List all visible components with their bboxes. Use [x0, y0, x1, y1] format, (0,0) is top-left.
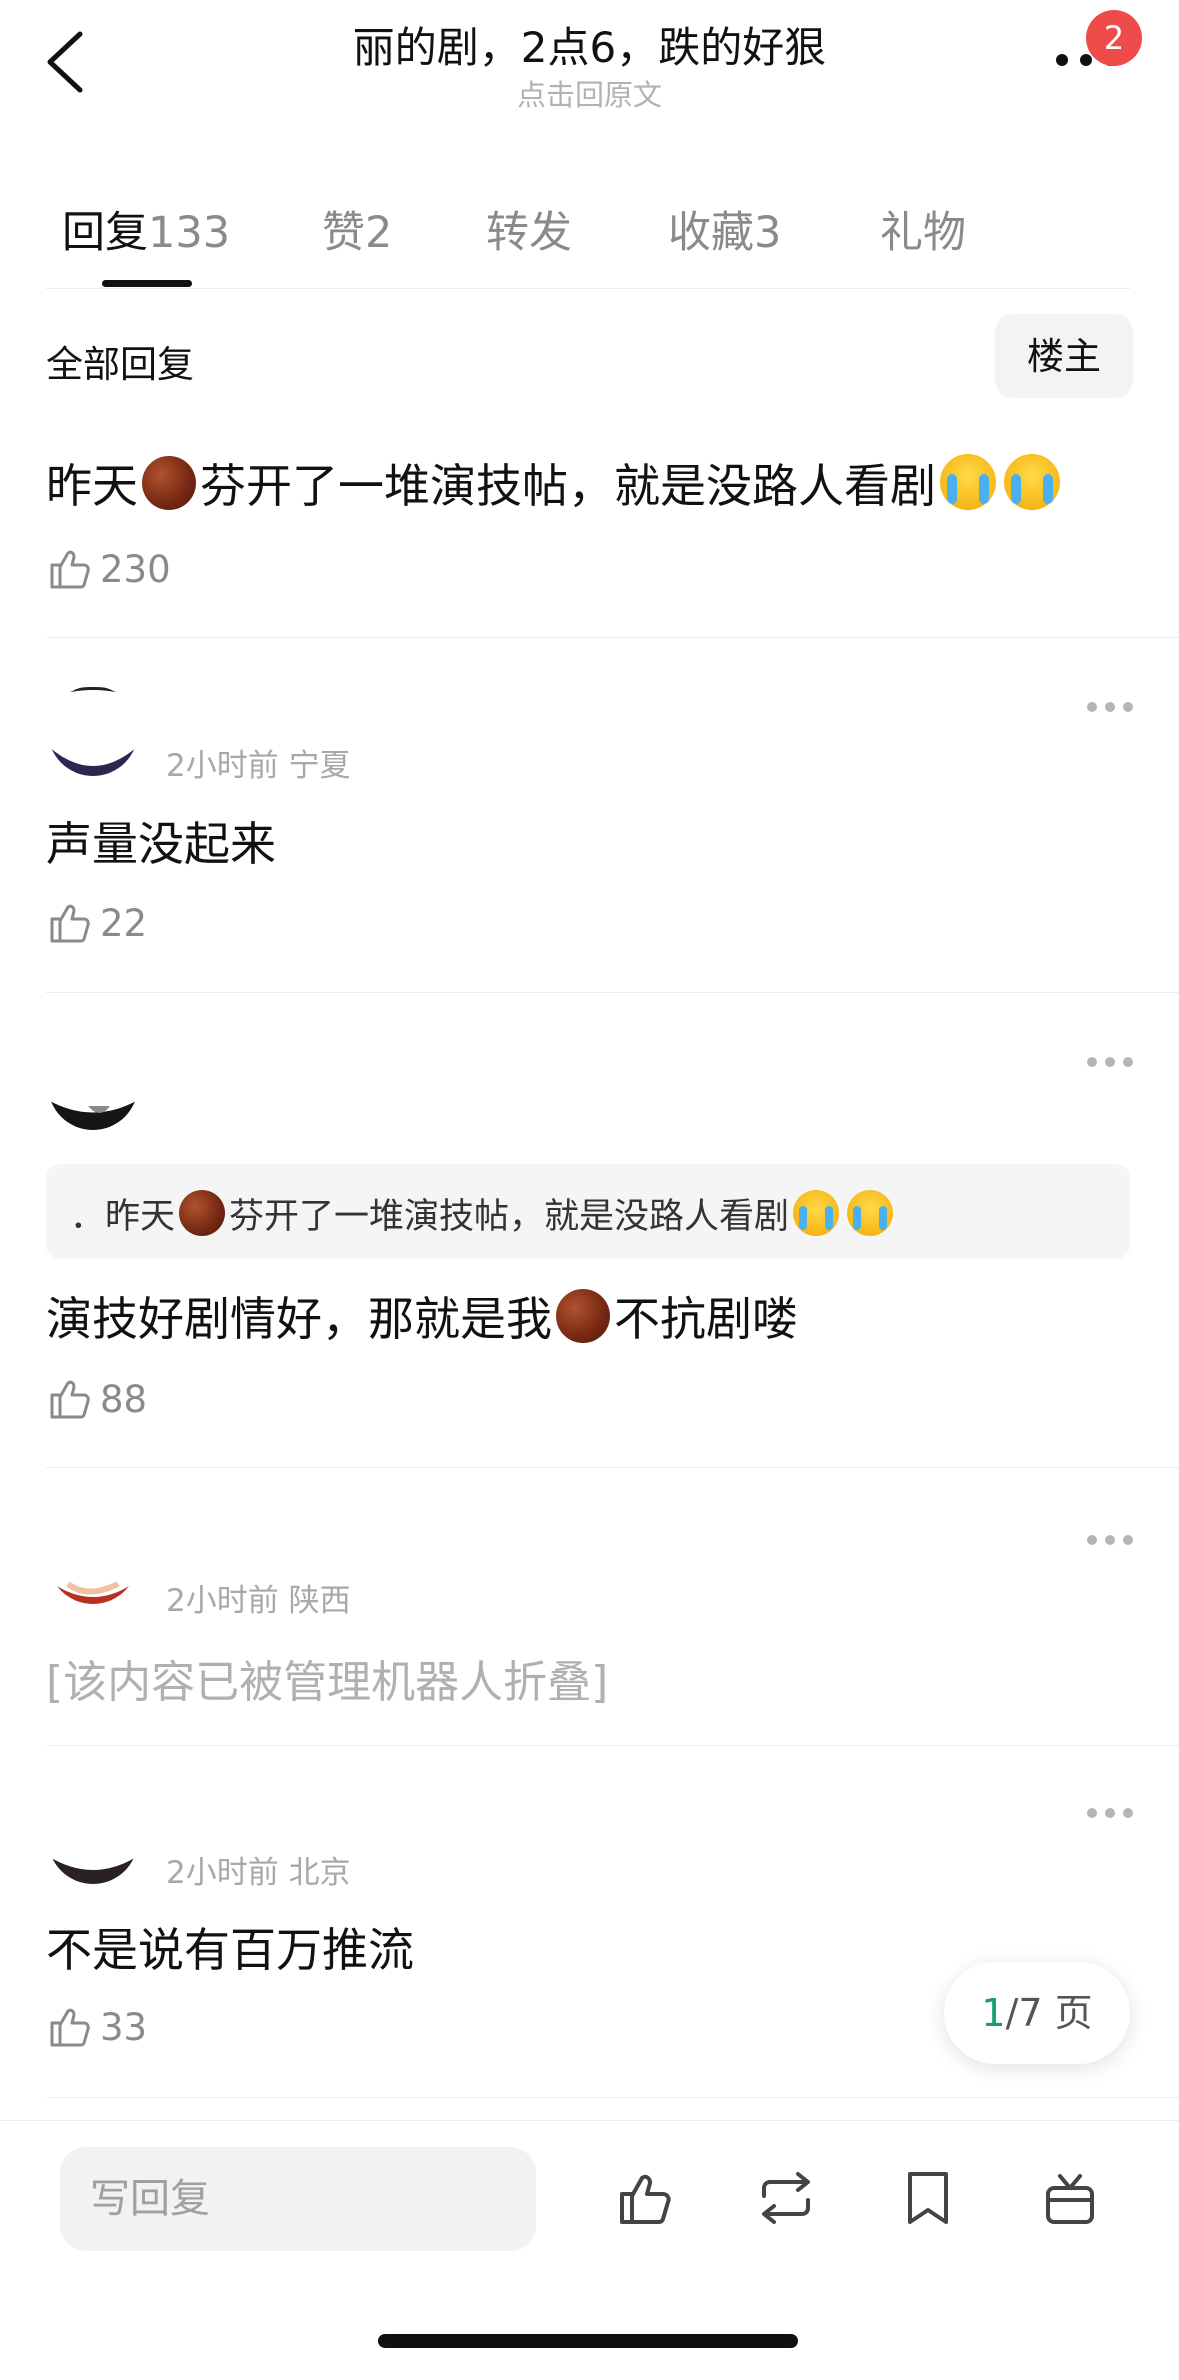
like-button[interactable]: 22: [46, 898, 147, 948]
avatar[interactable]: [48, 686, 138, 776]
like-count: 33: [100, 2005, 148, 2049]
crying-emoji-icon: [940, 454, 996, 510]
total-pages: /7 页: [1005, 1991, 1093, 2035]
chestnut-emoji-icon: [556, 1289, 610, 1343]
thumbs-up-icon: [50, 2008, 90, 2047]
all-replies-label: 全部回复: [46, 343, 194, 386]
folded-comment-text[interactable]: [该内容已被管理机器人折叠]: [46, 1646, 608, 1710]
gift-icon[interactable]: [1038, 2166, 1102, 2230]
comment-divider: [46, 1467, 1179, 1468]
reply-input[interactable]: [60, 2147, 536, 2251]
back-to-original-link[interactable]: 点击回原文: [0, 72, 1179, 114]
quote-text-part: ．昨天: [70, 1197, 176, 1237]
tab-likes[interactable]: 赞2: [322, 198, 392, 260]
comment-text-part: 芬开了一堆演技帖，就是没路人看剧: [200, 459, 936, 513]
more-icon[interactable]: [1086, 1055, 1134, 1069]
crying-emoji-icon: [1004, 454, 1060, 510]
comment-meta: 2小时前 北京: [166, 1855, 351, 1891]
comment-text: 不是说有百万推流: [46, 1923, 414, 1977]
tab-count: 133: [148, 208, 231, 258]
tab-label: 收藏: [668, 208, 754, 258]
page-indicator[interactable]: 1/7 页: [944, 1962, 1130, 2064]
tab-replies[interactable]: 回复133: [62, 198, 230, 260]
comment-text-part: 不抗剧喽: [614, 1292, 798, 1346]
comment-text-part: 演技好剧情好，那就是我: [46, 1292, 552, 1346]
tab-count: 3: [754, 208, 782, 258]
thumbs-up-icon: [50, 904, 90, 943]
like-count: 22: [100, 901, 148, 945]
tab-label: 转发: [486, 208, 572, 258]
thumbs-up-icon: [50, 550, 90, 589]
avatar[interactable]: [48, 1040, 138, 1130]
comment-divider: [46, 2097, 1179, 2098]
quoted-reply-text: ．昨天 芬开了一堆演技帖，就是没路人看剧: [70, 1188, 897, 1239]
thumbs-up-icon: [50, 1380, 90, 1419]
tabs-divider: [46, 288, 1130, 289]
op-only-button[interactable]: 楼主: [995, 314, 1133, 398]
chestnut-emoji-icon: [142, 456, 196, 510]
comment-divider: [46, 1745, 1179, 1746]
tab-label: 回复: [62, 208, 148, 258]
crying-emoji-icon: [847, 1190, 894, 1236]
bookmark-icon[interactable]: [896, 2166, 960, 2230]
like-button[interactable]: 230: [46, 544, 171, 594]
more-icon[interactable]: [1086, 1533, 1134, 1547]
tab-favorites[interactable]: 收藏3: [668, 198, 781, 260]
home-indicator: [378, 2334, 798, 2348]
comment-text: 昨天 芬开了一堆演技帖，就是没路人看剧: [46, 450, 1064, 516]
comment-meta: 2小时前 陕西: [166, 1583, 351, 1619]
more-icon[interactable]: [1086, 700, 1134, 714]
repost-icon[interactable]: [754, 2166, 818, 2230]
like-count: 88: [100, 1377, 148, 1421]
comment-divider: [46, 992, 1179, 993]
comment-meta: 2小时前 宁夏: [166, 748, 351, 784]
like-button[interactable]: 88: [46, 1374, 147, 1424]
comment-divider: [46, 637, 1179, 638]
notification-badge: 2: [1086, 10, 1142, 66]
crying-emoji-icon: [793, 1190, 840, 1236]
chestnut-emoji-icon: [179, 1190, 226, 1236]
active-tab-indicator: [102, 280, 192, 287]
post-title: 丽的剧，2点6，跌的好狠: [352, 23, 827, 72]
like-button[interactable]: 33: [46, 2002, 147, 2052]
tab-count: 2: [365, 208, 393, 258]
tab-reposts[interactable]: 转发: [486, 198, 572, 260]
quote-text-part: 芬开了一堆演技帖，就是没路人看剧: [229, 1197, 790, 1237]
comment-text: 演技好剧情好，那就是我 不抗剧喽: [46, 1283, 798, 1349]
tab-label: 赞: [322, 208, 365, 258]
avatar[interactable]: [48, 1514, 138, 1604]
avatar[interactable]: [48, 1794, 138, 1884]
tab-gifts[interactable]: 礼物: [880, 198, 966, 260]
tab-label: 礼物: [880, 208, 966, 258]
current-page: 1: [981, 1991, 1006, 2035]
comment-text: 声量没起来: [46, 817, 276, 871]
comment-text-part: 昨天: [46, 459, 138, 513]
thumbs-up-icon[interactable]: [614, 2166, 678, 2230]
like-count: 230: [100, 547, 171, 591]
more-icon[interactable]: [1086, 1806, 1134, 1820]
